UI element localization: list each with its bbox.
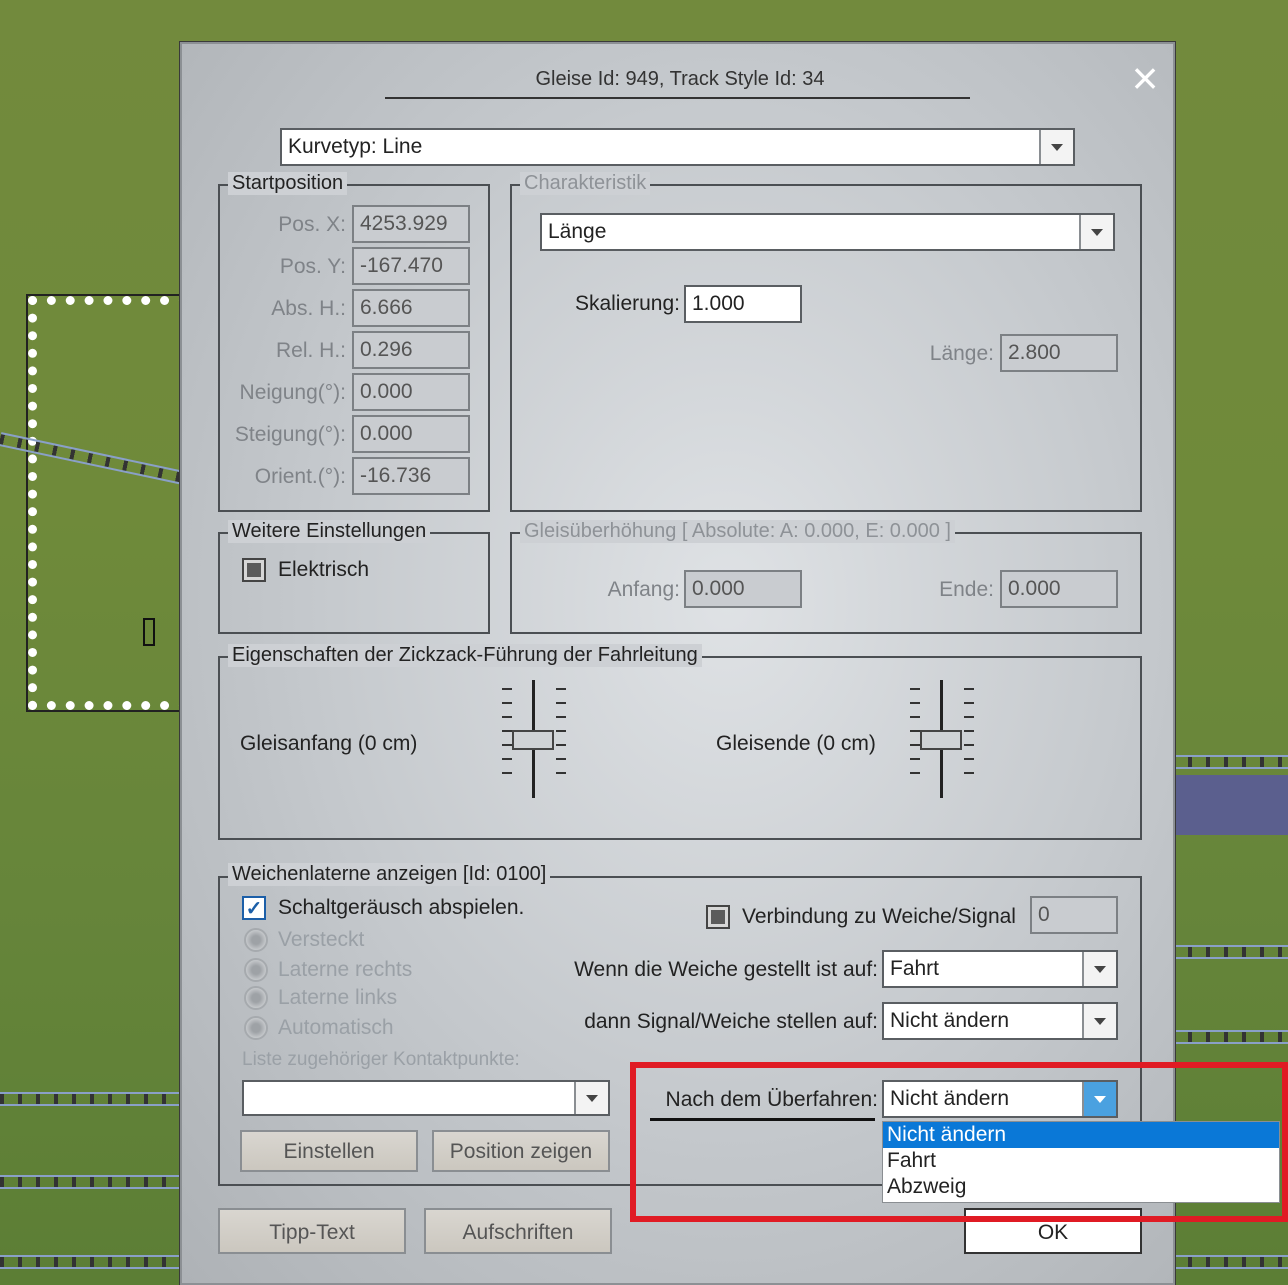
set-button[interactable]: Einstellen bbox=[240, 1130, 418, 1172]
selection-frame bbox=[26, 294, 190, 712]
characteristic-type-value: Länge bbox=[548, 220, 607, 243]
chevron-down-icon[interactable] bbox=[1079, 215, 1113, 249]
further-settings-group bbox=[218, 532, 490, 634]
start-position-input[interactable]: 0.296 bbox=[352, 331, 470, 369]
when-label: Wenn die Weiche gestellt ist auf: bbox=[574, 958, 878, 981]
road bbox=[1172, 775, 1288, 835]
start-position-legend: Startposition bbox=[228, 172, 348, 195]
start-position-label: Neigung(°): bbox=[239, 381, 346, 404]
radio-lantern-right-label: Laterne rechts bbox=[278, 958, 413, 981]
radio-automatic[interactable] bbox=[244, 1016, 268, 1040]
radio-lantern-right[interactable] bbox=[244, 958, 268, 982]
characteristic-type-select[interactable]: Länge bbox=[540, 213, 1115, 251]
contacts-label: Liste zugehöriger Kontaktpunkte: bbox=[242, 1049, 520, 1070]
start-position-input[interactable]: -16.736 bbox=[352, 457, 470, 495]
chevron-down-icon[interactable] bbox=[1039, 130, 1073, 164]
when-select[interactable]: Fahrt bbox=[882, 950, 1118, 988]
curve-type-select[interactable]: Kurvetyp: Line bbox=[280, 128, 1075, 166]
scene-marker bbox=[143, 618, 155, 646]
radio-hidden[interactable] bbox=[244, 928, 268, 952]
start-position-label: Orient.(°): bbox=[254, 465, 346, 488]
scale-input[interactable]: 1.000 bbox=[684, 285, 802, 323]
start-position-input[interactable]: -167.470 bbox=[352, 247, 470, 285]
zigzag-end-slider[interactable] bbox=[906, 680, 978, 798]
superelevation-start-label: Anfang: bbox=[607, 578, 680, 601]
start-position-label: Rel. H.: bbox=[275, 339, 346, 362]
then-label: dann Signal/Weiche stellen auf: bbox=[584, 1010, 878, 1033]
curve-type-value: Kurvetyp: Line bbox=[288, 135, 423, 158]
start-position-label: Pos. Y: bbox=[279, 255, 346, 278]
start-position-input[interactable]: 6.666 bbox=[352, 289, 470, 327]
rail-track bbox=[0, 1175, 200, 1189]
start-position-input[interactable]: 4253.929 bbox=[352, 205, 470, 243]
superelevation-end-label: Ende: bbox=[939, 578, 994, 601]
length-label: Länge: bbox=[929, 342, 994, 365]
slider-thumb[interactable] bbox=[920, 730, 962, 750]
when-value: Fahrt bbox=[890, 957, 940, 980]
superelevation-start-input[interactable]: 0.000 bbox=[684, 570, 802, 608]
close-icon[interactable]: × bbox=[1122, 55, 1168, 104]
zigzag-start-slider[interactable] bbox=[498, 680, 570, 798]
electric-checkbox[interactable] bbox=[242, 558, 266, 582]
superelevation-end-input[interactable]: 0.000 bbox=[1000, 570, 1118, 608]
title-underline bbox=[385, 97, 970, 99]
rail-track bbox=[0, 1092, 200, 1106]
characteristic-legend: Charakteristik bbox=[520, 172, 651, 195]
radio-lantern-left[interactable] bbox=[244, 986, 268, 1010]
connection-label: Verbindung zu Weiche/Signal bbox=[742, 905, 1016, 928]
then-value: Nicht ändern bbox=[890, 1009, 1010, 1032]
dialog-title: Gleise Id: 949, Track Style Id: 34 bbox=[535, 68, 825, 90]
sound-checkbox[interactable]: ✓ bbox=[242, 896, 266, 920]
rail-track bbox=[1170, 755, 1288, 769]
show-position-button[interactable]: Position zeigen bbox=[432, 1130, 610, 1172]
start-position-label: Pos. X: bbox=[278, 213, 346, 236]
contacts-value bbox=[244, 1082, 574, 1114]
further-settings-legend: Weitere Einstellungen bbox=[228, 520, 431, 543]
slider-thumb[interactable] bbox=[512, 730, 554, 750]
chevron-down-icon[interactable] bbox=[574, 1082, 608, 1114]
connection-input[interactable]: 0 bbox=[1030, 896, 1118, 934]
then-select[interactable]: Nicht ändern bbox=[882, 1002, 1118, 1040]
lantern-legend: Weichenlaterne anzeigen [Id: 0100] bbox=[228, 863, 551, 886]
labels-button[interactable]: Aufschriften bbox=[424, 1208, 612, 1254]
contacts-select[interactable] bbox=[242, 1080, 610, 1116]
chevron-down-icon[interactable] bbox=[1082, 1004, 1116, 1038]
radio-hidden-label: Versteckt bbox=[278, 928, 365, 951]
highlight-annotation bbox=[630, 1062, 1288, 1222]
superelevation-legend: Gleisüberhöhung [ Absolute: A: 0.000, E:… bbox=[520, 520, 955, 543]
electric-label: Elektrisch bbox=[278, 558, 370, 581]
radio-automatic-label: Automatisch bbox=[278, 1016, 394, 1039]
start-position-label: Abs. H.: bbox=[271, 297, 346, 320]
start-position-label: Steigung(°): bbox=[234, 423, 346, 446]
length-input[interactable]: 2.800 bbox=[1000, 334, 1118, 372]
zigzag-end-label: Gleisende (0 cm) bbox=[716, 732, 876, 755]
zigzag-legend: Eigenschaften der Zickzack-Führung der F… bbox=[228, 644, 702, 667]
connection-checkbox[interactable] bbox=[706, 905, 730, 929]
zigzag-start-label: Gleisanfang (0 cm) bbox=[240, 732, 418, 755]
radio-lantern-left-label: Laterne links bbox=[278, 986, 398, 1009]
scale-label: Skalierung: bbox=[574, 292, 680, 315]
rail-track bbox=[1170, 945, 1288, 959]
start-position-input[interactable]: 0.000 bbox=[352, 373, 470, 411]
chevron-down-icon[interactable] bbox=[1082, 952, 1116, 986]
tooltip-button[interactable]: Tipp-Text bbox=[218, 1208, 406, 1254]
sound-label: Schaltgeräusch abspielen. bbox=[278, 896, 525, 919]
rail-track bbox=[1170, 1030, 1288, 1044]
start-position-input[interactable]: 0.000 bbox=[352, 415, 470, 453]
